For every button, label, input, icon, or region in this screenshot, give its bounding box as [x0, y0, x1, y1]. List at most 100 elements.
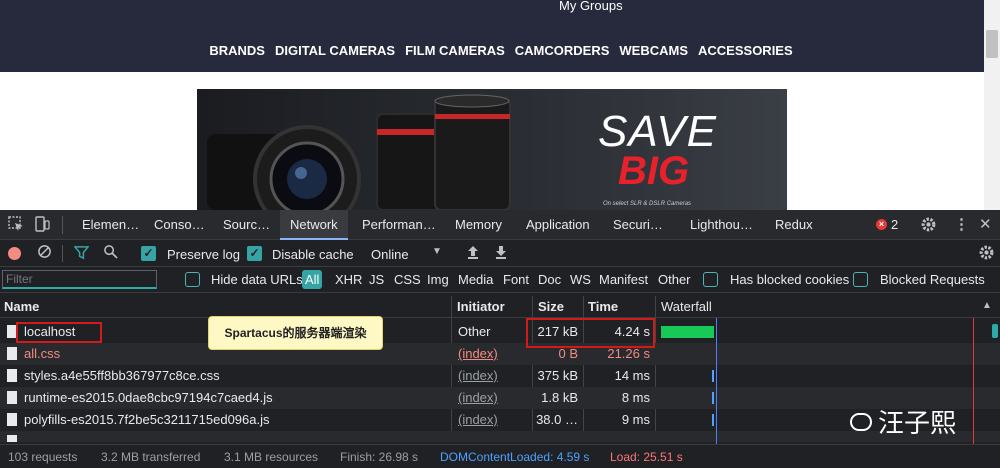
page-scrollbar[interactable] [984, 0, 1000, 210]
tab-divider [62, 216, 63, 234]
nav-accessories[interactable]: ACCESSORIES [698, 43, 793, 58]
preserve-log-checkbox[interactable]: ✓ [141, 246, 156, 261]
more-options-icon[interactable]: ⋮ [954, 215, 969, 233]
filter-type-xhr[interactable]: XHR [335, 272, 362, 287]
filter-type-other[interactable]: Other [658, 272, 691, 287]
column-size[interactable]: Size [538, 299, 564, 314]
js-file-icon [7, 391, 17, 404]
inspect-element-icon[interactable] [8, 216, 24, 236]
record-icon[interactable] [8, 247, 21, 260]
highlight-box-localhost [16, 322, 102, 343]
request-size: 375 kB [537, 368, 578, 383]
filter-type-img[interactable]: Img [427, 272, 449, 287]
throttling-select[interactable]: Online [371, 247, 409, 262]
toolbar-divider [62, 245, 63, 262]
disable-cache-label[interactable]: Disable cache [272, 247, 354, 262]
search-icon[interactable] [103, 244, 118, 263]
hide-data-urls-label[interactable]: Hide data URLs [211, 272, 303, 287]
tab-application[interactable]: Application [526, 210, 590, 240]
filter-type-all[interactable]: All [302, 270, 323, 289]
page-scroll-thumb[interactable] [986, 30, 998, 58]
tab-redux[interactable]: Redux [775, 210, 813, 240]
column-waterfall[interactable]: Waterfall [661, 299, 712, 314]
tab-elements[interactable]: Elemen… [82, 210, 139, 240]
tab-sources[interactable]: Sourc… [223, 210, 270, 240]
wechat-icon [850, 412, 872, 431]
disable-cache-checkbox[interactable]: ✓ [247, 246, 262, 261]
filter-type-ws[interactable]: WS [570, 272, 591, 287]
preserve-log-label[interactable]: Preserve log [167, 247, 240, 262]
filter-type-font[interactable]: Font [503, 272, 529, 287]
network-settings-gear-icon[interactable] [978, 244, 995, 265]
blocked-requests-label[interactable]: Blocked Requests [880, 272, 985, 287]
nav-webcams[interactable]: WEBCAMS [619, 43, 688, 58]
devtools-tabbar: Elemen… Conso… Sourc… Network Performan…… [0, 210, 1000, 240]
settings-gear-icon[interactable] [920, 216, 937, 237]
nav-camcorders[interactable]: CAMCORDERS [515, 43, 610, 58]
nav-brands[interactable]: BRANDS [209, 43, 265, 58]
request-name[interactable]: polyfills-es2015.7f2be5c3211715ed096a.js [24, 412, 270, 427]
request-size: 0 B [558, 346, 578, 361]
clear-icon[interactable] [37, 244, 52, 263]
column-initiator[interactable]: Initiator [457, 299, 505, 314]
import-har-icon[interactable] [466, 244, 480, 264]
tab-performance[interactable]: Performan… [362, 210, 436, 240]
sort-ascending-icon[interactable]: ▲ [982, 300, 992, 311]
request-name[interactable]: runtime-es2015.0dae8cbc97194c7caed4.js [24, 390, 273, 405]
network-toolbar: ✓ Preserve log ✓ Disable cache Online ▼ [0, 240, 1000, 267]
filter-type-doc[interactable]: Doc [538, 272, 561, 287]
has-blocked-cookies-checkbox[interactable] [703, 272, 718, 287]
blocked-requests-checkbox[interactable] [853, 272, 868, 287]
dom-content-loaded-marker [716, 318, 717, 444]
request-time: 21.26 s [607, 346, 650, 361]
request-initiator[interactable]: (index) [458, 412, 498, 427]
device-toolbar-icon[interactable] [34, 216, 50, 236]
js-file-icon [7, 413, 17, 426]
request-initiator[interactable]: (index) [458, 346, 498, 361]
filter-type-manifest[interactable]: Manifest [599, 272, 648, 287]
close-devtools-icon[interactable]: ✕ [979, 215, 992, 233]
request-initiator: Other [458, 324, 491, 339]
request-name[interactable]: all.css [24, 346, 60, 361]
request-time: 14 ms [614, 368, 650, 383]
transferred-size: 3.2 MB transferred [101, 450, 201, 464]
tab-security[interactable]: Securi… [613, 210, 663, 240]
filter-input[interactable] [2, 270, 157, 289]
filter-type-css[interactable]: CSS [394, 272, 421, 287]
column-time[interactable]: Time [588, 299, 618, 314]
column-name[interactable]: Name [4, 299, 39, 314]
waterfall-bar [712, 414, 714, 426]
load-time: Load: 25.51 s [610, 450, 683, 464]
my-groups-link[interactable]: My Groups [559, 0, 623, 13]
has-blocked-cookies-label[interactable]: Has blocked cookies [730, 272, 849, 287]
promo-banner[interactable]: SAVE BIG On select SLR & DSLR Cameras [197, 89, 787, 210]
css-file-icon [7, 347, 17, 360]
table-row[interactable]: localhost Other 217 kB 4.24 s [0, 321, 1000, 343]
annotation-callout: Spartacus的服务器端渲染 [208, 316, 383, 350]
table-row[interactable]: all.css (index) 0 B 21.26 s [0, 343, 1000, 365]
dropdown-arrow-icon[interactable]: ▼ [432, 246, 442, 257]
tab-console[interactable]: Conso… [154, 210, 205, 240]
request-table-header: Name Initiator Size Time Waterfall ▲ [0, 296, 1000, 318]
nav-film-cameras[interactable]: FILM CAMERAS [405, 43, 505, 58]
filter-icon[interactable] [73, 245, 90, 264]
request-time: 9 ms [621, 412, 650, 427]
request-initiator[interactable]: (index) [458, 390, 498, 405]
request-name[interactable]: styles.a4e55ff8bb367977c8ce.css [24, 368, 220, 383]
banner-subtext: On select SLR & DSLR Cameras [603, 201, 692, 207]
hide-data-urls-checkbox[interactable] [185, 272, 200, 287]
filter-type-media[interactable]: Media [458, 272, 493, 287]
tab-memory[interactable]: Memory [455, 210, 502, 240]
export-har-icon[interactable] [494, 244, 508, 264]
waterfall-scroll-thumb[interactable] [992, 324, 998, 338]
filter-type-js[interactable]: JS [369, 272, 384, 287]
request-initiator[interactable]: (index) [458, 368, 498, 383]
error-icon[interactable]: × [876, 219, 887, 230]
nav-digital-cameras[interactable]: DIGITAL CAMERAS [275, 43, 395, 58]
tab-lighthouse[interactable]: Lighthou… [690, 210, 753, 240]
tab-network[interactable]: Network [280, 210, 348, 240]
finish-time: Finish: 26.98 s [340, 450, 419, 464]
camera-lenses-image [207, 94, 511, 210]
error-count[interactable]: 2 [891, 217, 898, 232]
table-row[interactable]: styles.a4e55ff8bb367977c8ce.css (index) … [0, 365, 1000, 387]
